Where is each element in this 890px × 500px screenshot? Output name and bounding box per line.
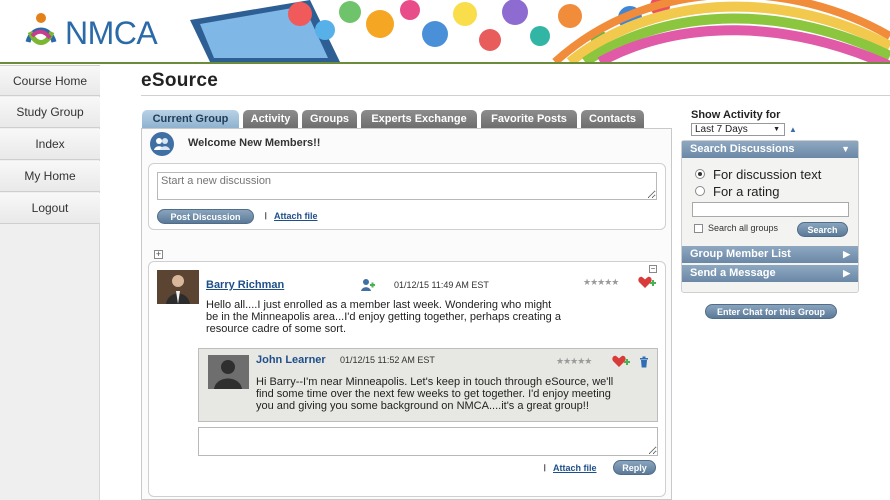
tab-current-group[interactable]: Current Group [142, 110, 239, 128]
post-rating-stars[interactable]: ★★★★★ [583, 277, 619, 288]
reply-body-line-1: Hi Barry--I'm near Minneapolis. Let's ke… [256, 376, 614, 388]
chevron-right-icon: ▶ [843, 249, 850, 259]
group-icon [150, 132, 174, 156]
sort-up-icon[interactable]: ▲ [789, 125, 797, 134]
add-contact-icon[interactable] [361, 278, 375, 297]
search-discussions-title: Search Discussions [690, 143, 795, 155]
reply-rating-stars[interactable]: ★★★★★ [556, 356, 592, 367]
group-member-list-title: Group Member List [690, 248, 791, 260]
reply-author[interactable]: John Learner [256, 354, 326, 366]
nav-item-index[interactable]: Index [0, 129, 100, 160]
nav-item-study-group[interactable]: Study Group [0, 97, 100, 128]
search-button[interactable]: Search [797, 222, 848, 237]
chevron-down-icon: ▼ [773, 126, 780, 133]
nav-item-my-home[interactable]: My Home [0, 161, 100, 192]
activity-filter-label: Show Activity for [691, 109, 781, 121]
post-body-line-3: resource cadre of some sort. [206, 323, 347, 335]
page-title: eSource [141, 70, 219, 91]
search-all-groups-checkbox[interactable] [694, 224, 703, 233]
tab-groups[interactable]: Groups [302, 110, 357, 128]
reply-avatar[interactable] [208, 355, 249, 389]
reply-attach-file-link[interactable]: Attach file [553, 463, 597, 473]
brand-name: NMCA [65, 15, 158, 51]
reply-favorite-heart-icon[interactable] [612, 355, 630, 373]
title-divider [141, 95, 890, 96]
new-discussion-input[interactable] [157, 172, 657, 200]
radio-discussion-text-label: For discussion text [713, 167, 822, 182]
nav-item-course-home[interactable]: Course Home [0, 65, 100, 96]
app-header: NMCA [0, 0, 890, 64]
tab-experts-exchange[interactable]: Experts Exchange [361, 110, 477, 128]
radio-discussion-text[interactable] [695, 169, 705, 179]
reply-button[interactable]: Reply [613, 460, 656, 475]
send-message-header[interactable]: Send a Message ▶ [682, 265, 858, 282]
header-divider [0, 62, 890, 64]
post-discussion-button[interactable]: Post Discussion [157, 209, 254, 224]
post-body-line-1: Hello all....I just enrolled as a member… [206, 299, 552, 311]
radio-rating-label: For a rating [713, 184, 780, 199]
search-discussions-header[interactable]: Search Discussions ▼ [682, 141, 858, 158]
radio-rating[interactable] [695, 186, 705, 196]
reply-paperclip-icon: 𝄃 [544, 463, 547, 473]
reply-input[interactable] [198, 427, 658, 456]
group-member-list-header[interactable]: Group Member List ▶ [682, 246, 858, 263]
tab-activity[interactable]: Activity [243, 110, 298, 128]
collapse-icon[interactable]: − [649, 265, 657, 273]
paperclip-icon: 𝄃 [265, 211, 268, 221]
search-input[interactable] [692, 202, 849, 217]
send-message-title: Send a Message [690, 267, 776, 279]
post-author[interactable]: Barry Richman [206, 279, 284, 291]
welcome-text: Welcome New Members!! [188, 137, 321, 149]
reply-body-line-2: find some time over the next few weeks t… [256, 388, 611, 400]
nmca-logo-icon [25, 13, 57, 45]
search-all-groups-label: Search all groups [708, 223, 779, 233]
post-timestamp: 01/12/15 11:49 AM EST [394, 280, 489, 290]
tab-contacts[interactable]: Contacts [581, 110, 644, 128]
post-body-line-2: be in the Minneapolis area...I'd enjoy g… [206, 311, 561, 323]
sidebar-nav: Course Home Study Group Index My Home Lo… [0, 65, 100, 500]
activity-period-select[interactable]: Last 7 Days ▼ [691, 123, 785, 136]
reply-body-line-3: you and giving you some background on NM… [256, 400, 589, 412]
attach-file-link[interactable]: Attach file [274, 211, 318, 221]
favorite-heart-icon[interactable] [638, 276, 656, 294]
expand-icon[interactable]: + [154, 250, 163, 259]
chevron-right-icon: ▶ [843, 268, 850, 278]
banner-graphic [190, 0, 890, 62]
nav-item-logout[interactable]: Logout [0, 193, 100, 224]
nmca-logo: NMCA [22, 12, 158, 52]
chevron-down-icon: ▼ [841, 144, 850, 154]
activity-period-value: Last 7 Days [695, 124, 748, 135]
avatar[interactable] [157, 270, 199, 304]
tab-favorite-posts[interactable]: Favorite Posts [481, 110, 577, 128]
trash-icon[interactable] [639, 355, 649, 373]
reply-timestamp: 01/12/15 11:52 AM EST [340, 355, 435, 365]
enter-chat-button[interactable]: Enter Chat for this Group [705, 304, 837, 319]
welcome-banner: Welcome New Members!! [148, 130, 666, 157]
